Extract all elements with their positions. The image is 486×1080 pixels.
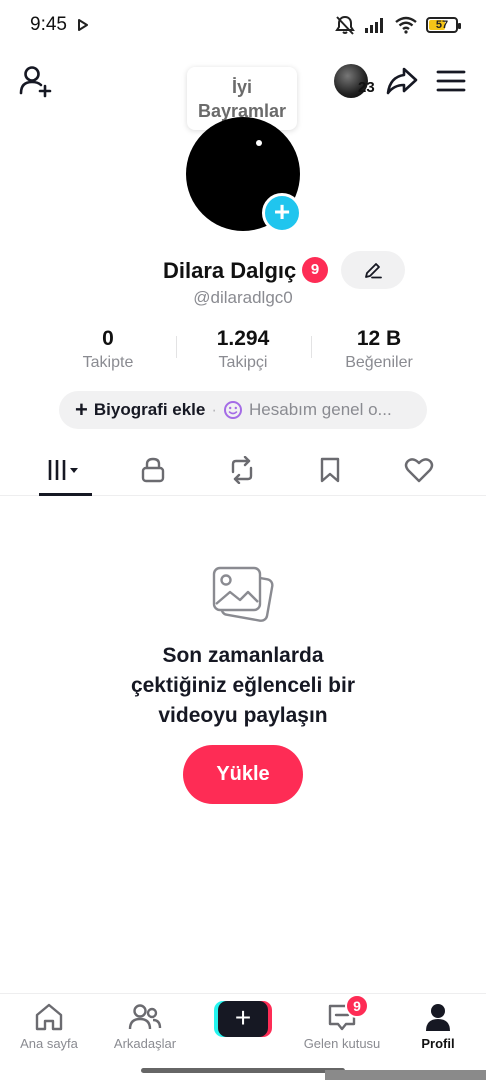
status-bar: 9:45 57: [0, 0, 486, 52]
tab-favorites[interactable]: [303, 446, 357, 494]
profile-icon: [426, 1004, 450, 1031]
stat-likes[interactable]: 12 B Beğeniler: [324, 326, 434, 374]
separator-dot: ·: [211, 400, 218, 419]
plus-icon: +: [218, 1001, 268, 1037]
active-tab-indicator: [39, 493, 92, 496]
stat-followers-label: Takipçi: [218, 354, 268, 371]
bookmark-icon: [320, 457, 340, 483]
profile-name: Dilara Dalgıç: [163, 258, 297, 283]
stat-followers[interactable]: 1.294 Takipçi: [188, 326, 298, 374]
signal-icon: [365, 18, 383, 33]
videos-grid-icon: [48, 460, 78, 480]
heart-icon: [404, 458, 434, 483]
upload-button[interactable]: Yükle: [183, 745, 303, 804]
nav-friends[interactable]: Arkadaşlar: [102, 994, 188, 1062]
repost-icon: [231, 456, 253, 484]
home-icon: [35, 1003, 63, 1031]
status-time: 9:45: [30, 14, 67, 35]
avatar-highlight: [256, 140, 262, 146]
stat-following-label: Takipte: [82, 354, 134, 371]
photos-icon: [212, 566, 274, 622]
stat-following-value: 0: [102, 327, 114, 350]
plus-icon: +: [75, 397, 88, 422]
media-play-icon: [78, 19, 88, 31]
menu-icon[interactable]: [436, 66, 466, 96]
stat-likes-label: Beğeniler: [345, 354, 413, 371]
tab-liked[interactable]: [392, 446, 446, 494]
account-status-link[interactable]: Hesabım genel o...: [249, 400, 392, 420]
nav-inbox[interactable]: Gelen kutusu: [290, 994, 394, 1062]
gesture-bar-edge: [325, 1070, 486, 1080]
create-button[interactable]: +: [214, 1001, 272, 1037]
battery-level: 57: [435, 19, 449, 31]
greeting-line1: İyi: [231, 77, 252, 97]
profile-tabs: [0, 446, 486, 496]
tab-private[interactable]: [126, 446, 180, 494]
notification-badge[interactable]: 9: [302, 257, 328, 283]
account-avatar-count: 23: [358, 79, 375, 96]
nav-home-label: Ana sayfa: [20, 1036, 78, 1051]
nav-home[interactable]: Ana sayfa: [8, 994, 90, 1062]
nav-profile[interactable]: Profil: [404, 994, 472, 1062]
inbox-badge: 9: [345, 994, 369, 1018]
share-icon[interactable]: [385, 64, 419, 98]
pencil-icon: [365, 263, 382, 279]
add-avatar-button[interactable]: +: [262, 193, 302, 233]
add-bio-label: Biyografi ekle: [93, 400, 206, 419]
mute-icon: [335, 15, 355, 35]
nav-friends-label: Arkadaşlar: [113, 1036, 177, 1051]
smile-icon: [224, 401, 243, 419]
nav-profile-label: Profil: [421, 1036, 455, 1051]
empty-state-line3: videoyu paylaşın: [158, 704, 328, 727]
bio-pill: + Biyografi ekle · Hesabım genel o...: [59, 391, 427, 429]
tab-videos[interactable]: [38, 446, 92, 494]
empty-state-line1: Son zamanlarda: [162, 644, 324, 667]
battery-icon: 57: [426, 17, 461, 33]
tab-reposts[interactable]: [215, 446, 269, 494]
gesture-bar: [141, 1068, 345, 1073]
stat-divider: [311, 336, 312, 358]
empty-state-line2: çektiğiniz eğlenceli bir: [130, 674, 356, 697]
add-friend-icon[interactable]: [18, 64, 52, 98]
stat-followers-value: 1.294: [216, 327, 270, 350]
stat-divider: [176, 336, 177, 358]
stat-likes-value: 12 B: [356, 327, 402, 350]
stat-following[interactable]: 0 Takipte: [58, 326, 158, 374]
empty-state-title: Son zamanlarda çektiğiniz eğlenceli bir …: [0, 641, 486, 731]
wifi-icon: [395, 16, 417, 34]
lock-icon: [141, 457, 165, 483]
friends-icon: [128, 1004, 162, 1030]
add-bio-button[interactable]: + Biyografi ekle: [75, 397, 205, 423]
nav-inbox-label: Gelen kutusu: [303, 1036, 381, 1051]
profile-username: @dilaradlgc0: [193, 288, 293, 307]
edit-profile-button[interactable]: [341, 251, 405, 289]
status-icons: 57: [334, 14, 461, 36]
